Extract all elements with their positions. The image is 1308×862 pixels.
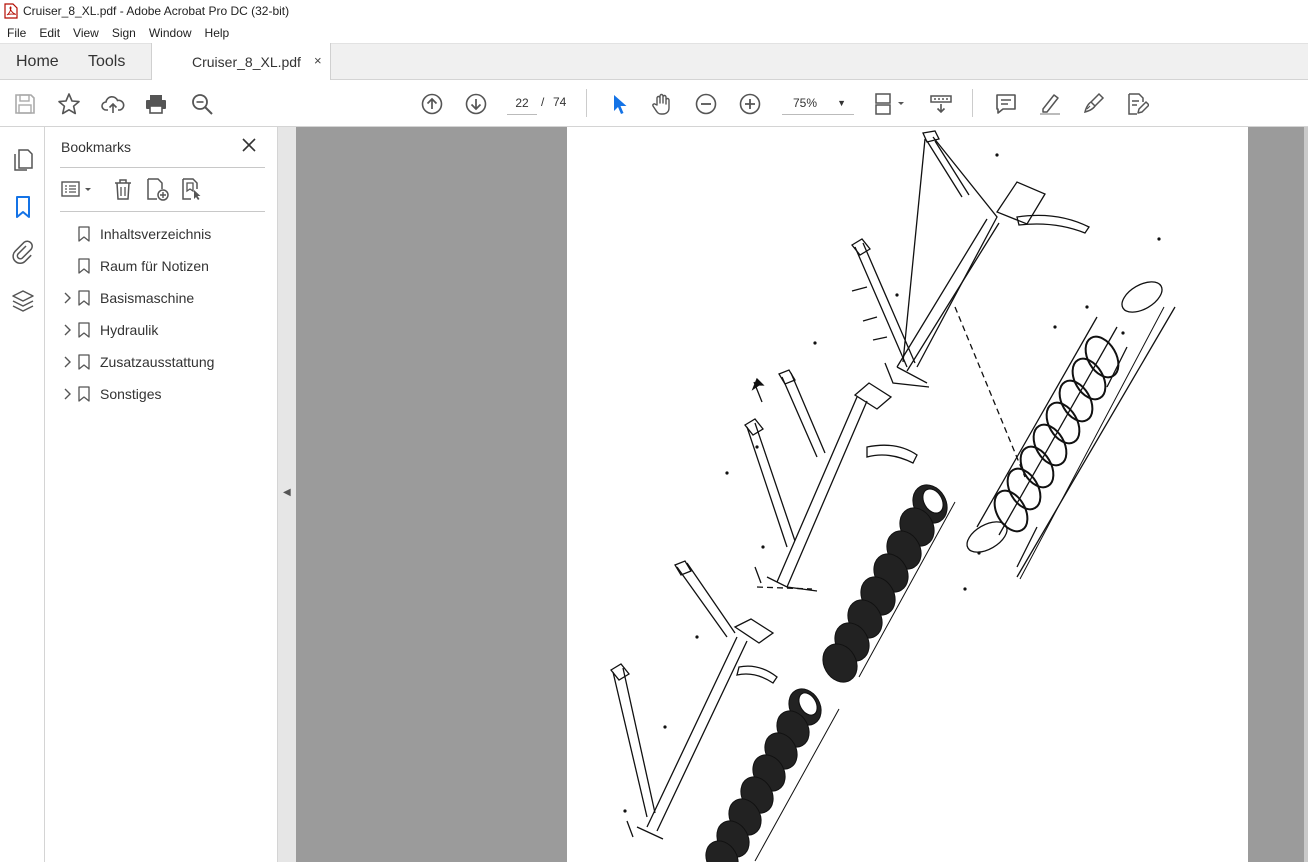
bookmark-item[interactable]: Sonstiges: [61, 383, 161, 405]
zoom-level-value: 75%: [793, 96, 818, 110]
menu-help[interactable]: Help: [198, 26, 236, 40]
bookmarks-panel: Bookmarks Inhaltsverzeichnis Raum für No…: [45, 127, 278, 862]
menu-bar: File Edit View Sign Window Help: [0, 22, 1308, 43]
part-callout-dots: [623, 153, 1161, 813]
bookmark-icon: [78, 226, 90, 242]
bookmark-options-icon[interactable]: [61, 177, 95, 201]
print-icon[interactable]: [143, 91, 169, 117]
bookmark-item[interactable]: Hydraulik: [61, 319, 158, 341]
panel-title: Bookmarks: [61, 139, 132, 155]
bookmark-label: Hydraulik: [100, 322, 159, 338]
viewer-scroll-edge[interactable]: [1304, 127, 1308, 862]
navigation-rail: [0, 127, 45, 862]
collapse-arrow-icon: ◀: [283, 487, 291, 498]
menu-view[interactable]: View: [66, 26, 105, 40]
upload-cloud-icon[interactable]: [100, 91, 126, 117]
toolbar-divider: [972, 89, 973, 117]
pdf-page: [567, 127, 1248, 862]
comment-icon[interactable]: [993, 91, 1019, 117]
draw-sign-icon[interactable]: [1080, 91, 1106, 117]
close-icon[interactable]: [241, 137, 257, 153]
bookmark-item[interactable]: Zusatzausstattung: [61, 351, 214, 373]
page-layout-icon[interactable]: [872, 91, 908, 117]
hand-tool-icon[interactable]: [649, 91, 675, 117]
read-mode-scroll-icon[interactable]: [928, 91, 954, 117]
tab-document-label: Cruiser_8_XL.pdf: [192, 54, 301, 70]
find-zoom-icon[interactable]: [189, 91, 215, 117]
bookmark-icon: [78, 386, 90, 402]
bookmark-item[interactable]: Raum für Notizen: [61, 255, 209, 277]
bookmark-star-icon[interactable]: [56, 91, 82, 117]
tab-bar: Home Tools Cruiser_8_XL.pdf ×: [0, 43, 1308, 80]
page-thumbnails-icon[interactable]: [10, 147, 36, 173]
bookmark-label: Basismaschine: [100, 290, 195, 306]
toolbar-divider: [586, 89, 587, 117]
bookmark-icon: [78, 322, 90, 338]
panel-collapse-handle[interactable]: ◀: [278, 127, 296, 862]
title-bar: Cruiser_8_XL.pdf - Adobe Acrobat Pro DC …: [0, 0, 1308, 22]
exploded-parts-drawing: [610, 130, 1176, 862]
bookmark-label: Inhaltsverzeichnis: [100, 226, 212, 242]
bookmark-icon: [78, 354, 90, 370]
chevron-right-icon[interactable]: [61, 387, 75, 401]
chevron-right-icon[interactable]: [61, 291, 75, 305]
page-separator: /: [541, 95, 545, 109]
bookmark-from-selection-icon[interactable]: [180, 177, 204, 201]
select-cursor-icon[interactable]: [606, 91, 632, 117]
menu-edit[interactable]: Edit: [32, 26, 66, 40]
upper-frame-assembly: [851, 130, 1090, 388]
edit-pdf-icon[interactable]: [1124, 91, 1150, 117]
outline-brackets: [754, 306, 1165, 862]
page-number-input[interactable]: 22: [507, 93, 537, 115]
delete-trash-icon[interactable]: [111, 177, 135, 201]
tab-document[interactable]: Cruiser_8_XL.pdf ×: [151, 43, 331, 80]
panel-divider: [60, 211, 265, 212]
new-bookmark-icon[interactable]: [145, 177, 169, 201]
bookmark-label: Zusatzausstattung: [100, 354, 215, 370]
right-roller-assembly: [966, 281, 1176, 578]
bookmark-item[interactable]: Inhaltsverzeichnis: [61, 223, 211, 245]
bookmark-label: Raum für Notizen: [100, 258, 209, 274]
document-viewer[interactable]: [296, 127, 1308, 862]
close-tab-icon[interactable]: ×: [314, 53, 322, 68]
window-title: Cruiser_8_XL.pdf - Adobe Acrobat Pro DC …: [23, 4, 290, 18]
layers-icon[interactable]: [10, 288, 36, 314]
highlight-pen-icon[interactable]: [1037, 91, 1063, 117]
bookmark-icon: [78, 258, 90, 274]
zoom-out-icon[interactable]: [693, 91, 719, 117]
chevron-right-icon[interactable]: [61, 323, 75, 337]
page-total: 74: [553, 95, 567, 109]
panel-divider: [60, 167, 265, 168]
menu-window[interactable]: Window: [142, 26, 198, 40]
chevron-right-icon[interactable]: [61, 355, 75, 369]
zoom-in-icon[interactable]: [737, 91, 763, 117]
bookmark-icon: [78, 290, 90, 306]
acrobat-pdf-icon: [4, 3, 18, 19]
attachments-icon[interactable]: [10, 239, 36, 265]
zoom-level-select[interactable]: 75% ▼: [782, 93, 854, 115]
menu-file[interactable]: File: [0, 26, 32, 40]
bookmark-item[interactable]: Basismaschine: [61, 287, 194, 309]
center-line: [954, 306, 1026, 478]
bookmark-label: Sonstiges: [100, 386, 162, 402]
tab-tools[interactable]: Tools: [88, 53, 125, 71]
next-page-icon[interactable]: [463, 91, 489, 117]
chevron-down-icon: ▼: [837, 98, 846, 108]
save-icon[interactable]: [12, 91, 38, 117]
main-toolbar: 22 / 74 75% ▼: [0, 80, 1308, 127]
bookmarks-icon[interactable]: [10, 194, 36, 220]
tab-home[interactable]: Home: [16, 53, 59, 71]
menu-sign[interactable]: Sign: [105, 26, 142, 40]
previous-page-icon[interactable]: [419, 91, 445, 117]
